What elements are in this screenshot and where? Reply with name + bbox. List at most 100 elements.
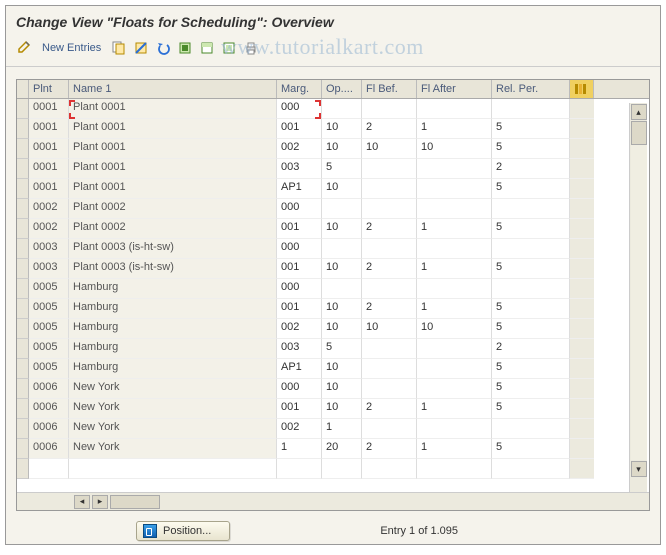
cell-relper[interactable]: 5: [492, 219, 570, 239]
cell-flafter[interactable]: [417, 379, 492, 399]
cell-flafter[interactable]: 10: [417, 139, 492, 159]
cell-flbef[interactable]: [362, 419, 417, 439]
table-row[interactable]: 0001Plant 0001AP1105: [17, 179, 649, 199]
cell-op[interactable]: [322, 199, 362, 219]
cell-relper[interactable]: 5: [492, 439, 570, 459]
cell-marg[interactable]: AP1: [277, 179, 322, 199]
row-selector[interactable]: [17, 179, 29, 199]
col-header-flbef[interactable]: Fl Bef.: [362, 80, 417, 98]
cell-relper[interactable]: 5: [492, 139, 570, 159]
cell-op[interactable]: 10: [322, 379, 362, 399]
cell-relper[interactable]: 5: [492, 359, 570, 379]
row-selector[interactable]: [17, 139, 29, 159]
row-selector[interactable]: [17, 299, 29, 319]
cell-flbef[interactable]: [362, 359, 417, 379]
row-selector[interactable]: [17, 379, 29, 399]
select-all-icon[interactable]: [175, 38, 195, 58]
print-icon[interactable]: [241, 38, 261, 58]
cell-op[interactable]: [322, 279, 362, 299]
col-header-op[interactable]: Op....: [322, 80, 362, 98]
table-row[interactable]: 0003Plant 0003 (is-ht-sw)00110215: [17, 259, 649, 279]
cell-flafter[interactable]: 1: [417, 119, 492, 139]
copy-icon[interactable]: [109, 38, 129, 58]
row-selector[interactable]: [17, 119, 29, 139]
table-row[interactable]: 0006New York0021: [17, 419, 649, 439]
position-button[interactable]: Position...: [136, 521, 230, 541]
row-selector[interactable]: [17, 279, 29, 299]
col-header-relper[interactable]: Rel. Per.: [492, 80, 570, 98]
cell-marg[interactable]: 002: [277, 419, 322, 439]
cell-flafter[interactable]: 10: [417, 319, 492, 339]
cell-op[interactable]: 5: [322, 339, 362, 359]
cell-flafter[interactable]: 1: [417, 219, 492, 239]
table-row[interactable]: 0005HamburgAP1105: [17, 359, 649, 379]
cell-marg[interactable]: 001: [277, 399, 322, 419]
cell-flafter[interactable]: [417, 179, 492, 199]
row-selector[interactable]: [17, 439, 29, 459]
cell-relper[interactable]: 5: [492, 259, 570, 279]
cell-relper[interactable]: [492, 239, 570, 259]
vscroll-thumb[interactable]: [631, 121, 647, 145]
col-header-flafter[interactable]: Fl After: [417, 80, 492, 98]
col-header-marg[interactable]: Marg.: [277, 80, 322, 98]
cell-flafter[interactable]: 1: [417, 439, 492, 459]
cell-op[interactable]: 10: [322, 259, 362, 279]
cell-op[interactable]: [322, 99, 362, 119]
cell-flbef[interactable]: 10: [362, 319, 417, 339]
row-selector[interactable]: [17, 99, 29, 119]
cell-relper[interactable]: [492, 419, 570, 439]
scroll-down-icon[interactable]: ▾: [631, 461, 647, 477]
cell-op[interactable]: 10: [322, 179, 362, 199]
table-row[interactable]: 0002Plant 000200110215: [17, 219, 649, 239]
toggle-change-icon[interactable]: [14, 38, 34, 58]
cell-marg[interactable]: 002: [277, 319, 322, 339]
cell-flbef[interactable]: [362, 199, 417, 219]
vertical-scrollbar[interactable]: ▴ ▾: [629, 103, 647, 492]
cell-op[interactable]: 10: [322, 319, 362, 339]
cell-flafter[interactable]: 1: [417, 259, 492, 279]
row-selector[interactable]: [17, 359, 29, 379]
cell-flbef[interactable]: 10: [362, 139, 417, 159]
cell-op[interactable]: 5: [322, 159, 362, 179]
cell-relper[interactable]: 5: [492, 179, 570, 199]
cell-marg[interactable]: 001: [277, 259, 322, 279]
cell-flafter[interactable]: 1: [417, 399, 492, 419]
cell-op[interactable]: 10: [322, 139, 362, 159]
cell-flbef[interactable]: 2: [362, 299, 417, 319]
horizontal-scrollbar[interactable]: ◂ ▸: [17, 492, 649, 510]
cell-flbef[interactable]: 2: [362, 219, 417, 239]
col-header-name1[interactable]: Name 1: [69, 80, 277, 98]
row-selector[interactable]: [17, 419, 29, 439]
cell-op[interactable]: 10: [322, 359, 362, 379]
row-selector[interactable]: [17, 199, 29, 219]
cell-op[interactable]: 10: [322, 399, 362, 419]
delete-icon[interactable]: [131, 38, 151, 58]
table-row[interactable]: 0005Hamburg00352: [17, 339, 649, 359]
row-selector[interactable]: [17, 339, 29, 359]
cell-flafter[interactable]: [417, 199, 492, 219]
cell-relper[interactable]: [492, 279, 570, 299]
cell-op[interactable]: 10: [322, 119, 362, 139]
cell-op[interactable]: 10: [322, 219, 362, 239]
table-row[interactable]: 0001Plant 000100352: [17, 159, 649, 179]
cell-relper[interactable]: 5: [492, 119, 570, 139]
cell-flafter[interactable]: [417, 159, 492, 179]
cell-marg[interactable]: 1: [277, 439, 322, 459]
cell-flafter[interactable]: 1: [417, 299, 492, 319]
cell-marg[interactable]: 000: [277, 199, 322, 219]
cell-marg[interactable]: 003: [277, 159, 322, 179]
cell-marg[interactable]: 000: [277, 279, 322, 299]
scroll-left-icon[interactable]: ◂: [74, 495, 90, 509]
cell-flbef[interactable]: [362, 379, 417, 399]
cell-flafter[interactable]: [417, 279, 492, 299]
cell-marg[interactable]: 001: [277, 119, 322, 139]
cell-flbef[interactable]: [362, 339, 417, 359]
hscroll-thumb[interactable]: [110, 495, 160, 509]
cell-flbef[interactable]: 2: [362, 439, 417, 459]
table-row[interactable]: 0001Plant 00010021010105: [17, 139, 649, 159]
cell-flbef[interactable]: [362, 279, 417, 299]
cell-relper[interactable]: [492, 199, 570, 219]
cell-relper[interactable]: 5: [492, 319, 570, 339]
table-row[interactable]: 0006New York00110215: [17, 399, 649, 419]
cell-flbef[interactable]: 2: [362, 119, 417, 139]
